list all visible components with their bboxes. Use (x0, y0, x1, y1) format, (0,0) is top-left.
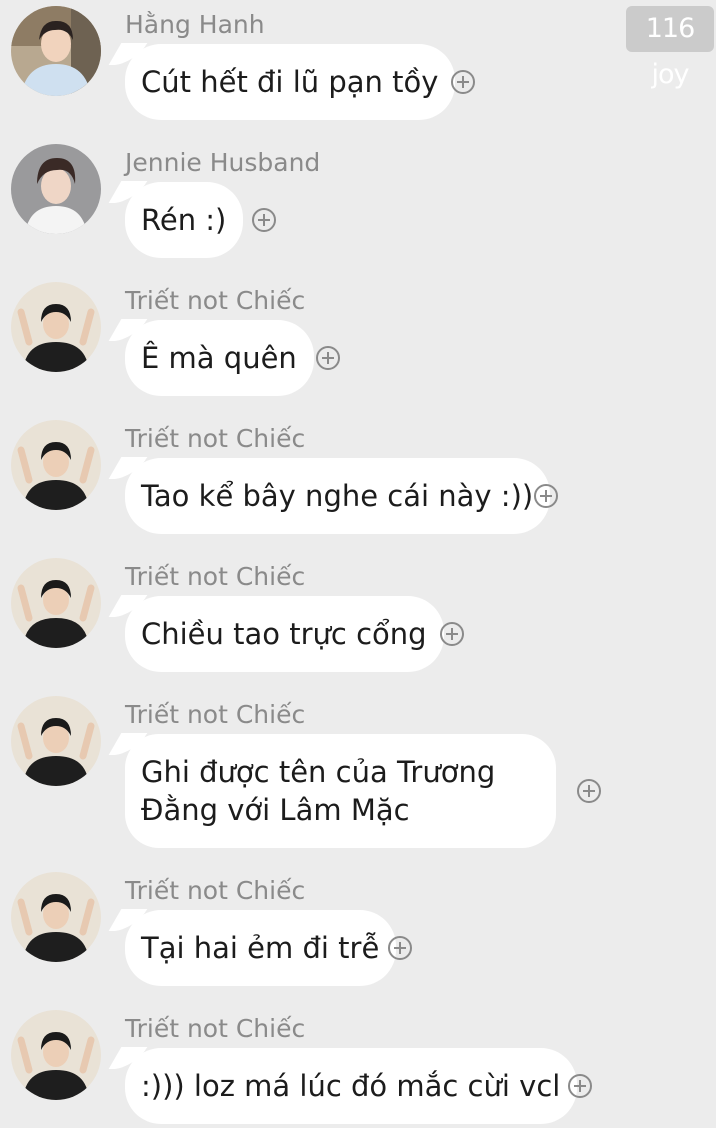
message-text: Ghi được tên của Trương Đằng với Lâm Mặc (141, 755, 496, 827)
sender-name: Hằng Hanh (125, 10, 265, 39)
add-circle-icon[interactable] (252, 208, 276, 232)
message-text: :))) loz má lúc đó mắc cừi vcl (141, 1069, 561, 1103)
message-text: Tại hai ẻm đi trễ (141, 931, 380, 965)
message-text: Cút hết đi lũ pạn tồy (141, 65, 439, 99)
avatar[interactable] (11, 558, 101, 648)
sender-name: Triết not Chiếc (125, 424, 306, 453)
watermark-badge: 116 joy (626, 6, 714, 90)
avatar[interactable] (11, 6, 101, 96)
message-text: Ê mà quên (141, 341, 297, 375)
message-bubble[interactable]: Chiều tao trực cổng (125, 596, 444, 672)
add-circle-icon[interactable] (451, 70, 475, 94)
sender-name: Triết not Chiếc (125, 700, 306, 729)
add-circle-icon[interactable] (568, 1074, 592, 1098)
add-circle-icon[interactable] (440, 622, 464, 646)
avatar[interactable] (11, 420, 101, 510)
sender-name: Triết not Chiếc (125, 1014, 306, 1043)
avatar[interactable] (11, 696, 101, 786)
avatar[interactable] (11, 282, 101, 372)
avatar[interactable] (11, 1010, 101, 1100)
avatar-image (11, 558, 101, 648)
message-bubble[interactable]: :))) loz má lúc đó mắc cừi vcl (125, 1048, 578, 1124)
sender-name: Triết not Chiếc (125, 286, 306, 315)
add-circle-icon[interactable] (577, 779, 601, 803)
message-text: Tao kể bây nghe cái này :)) (141, 479, 534, 513)
message-bubble[interactable]: Ghi được tên của Trương Đằng với Lâm Mặc (125, 734, 556, 848)
message-bubble[interactable]: Cút hết đi lũ pạn tồy (125, 44, 456, 120)
avatar-image (11, 420, 101, 510)
sender-name: Triết not Chiếc (125, 562, 306, 591)
message-bubble[interactable]: Tại hai ẻm đi trễ (125, 910, 397, 986)
message-text: Rén :) (141, 203, 227, 237)
avatar-image (11, 282, 101, 372)
avatar-image (11, 1010, 101, 1100)
avatar-image (11, 144, 101, 234)
avatar-image (11, 872, 101, 962)
sender-name: Jennie Husband (125, 148, 321, 177)
avatar[interactable] (11, 872, 101, 962)
message-bubble[interactable]: Tao kể bây nghe cái này :)) (125, 458, 551, 534)
message-text: Chiều tao trực cổng (141, 617, 427, 651)
add-circle-icon[interactable] (534, 484, 558, 508)
avatar-image (11, 696, 101, 786)
message-bubble[interactable]: Ê mà quên (125, 320, 314, 396)
sender-name: Triết not Chiếc (125, 876, 306, 905)
add-circle-icon[interactable] (388, 936, 412, 960)
message-bubble[interactable]: Rén :) (125, 182, 244, 258)
avatar[interactable] (11, 144, 101, 234)
add-circle-icon[interactable] (316, 346, 340, 370)
avatar-image (11, 6, 101, 96)
